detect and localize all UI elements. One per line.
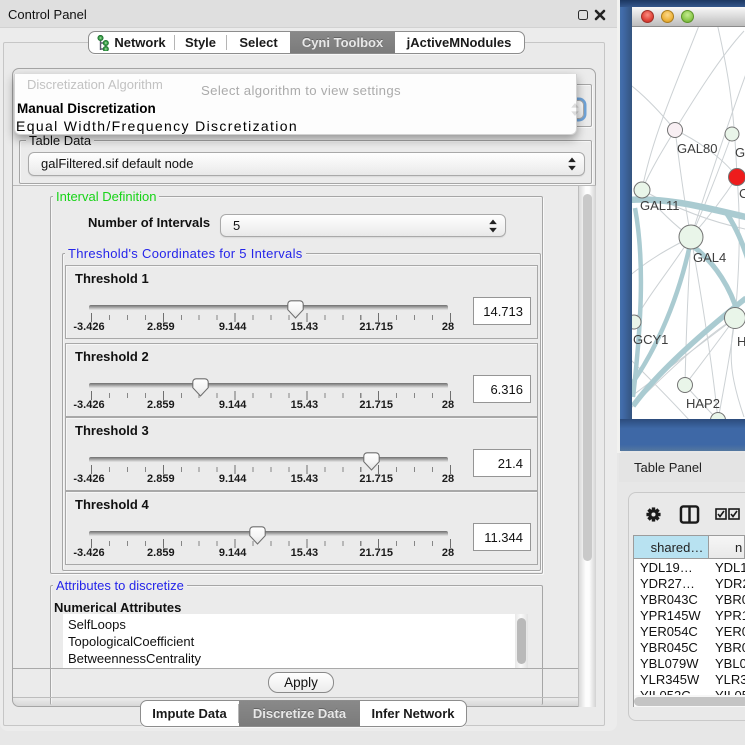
svg-text:C: C bbox=[739, 186, 745, 201]
svg-text:GAL80: GAL80 bbox=[677, 141, 717, 156]
svg-text:HAP2: HAP2 bbox=[686, 396, 720, 411]
svg-text:GA: GA bbox=[735, 145, 745, 160]
svg-text:GCY1: GCY1 bbox=[633, 332, 668, 347]
svg-text:GAL11: GAL11 bbox=[640, 198, 680, 213]
svg-text:H: H bbox=[737, 334, 745, 349]
svg-text:GAL4: GAL4 bbox=[693, 250, 726, 265]
